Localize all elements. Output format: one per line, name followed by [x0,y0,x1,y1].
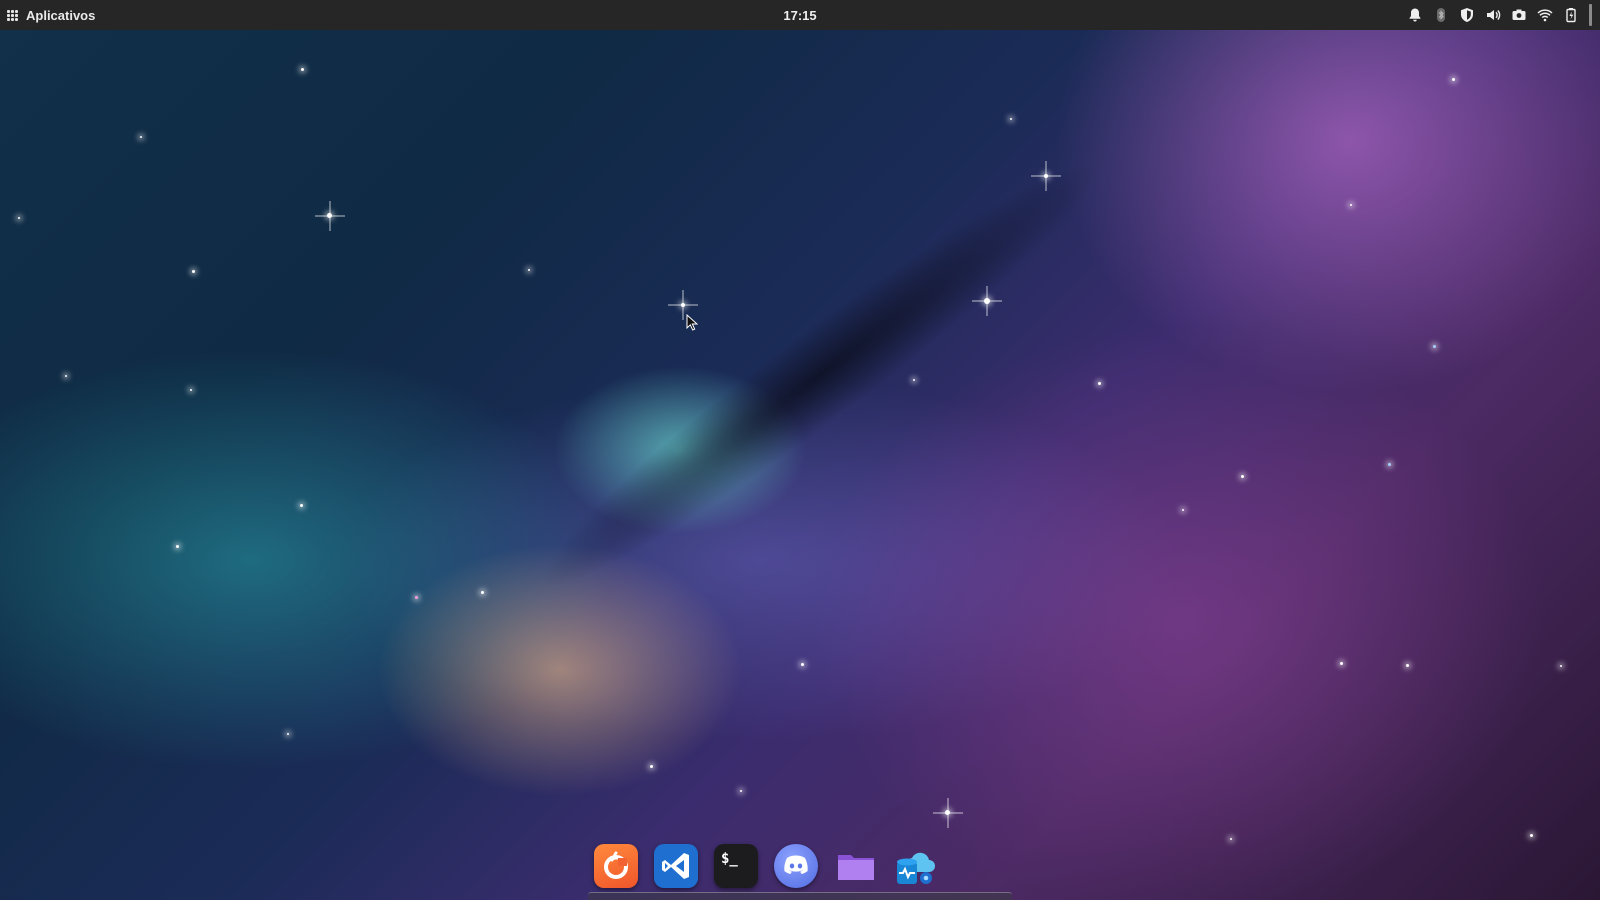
discord-launcher[interactable] [774,844,818,888]
terminal-launcher[interactable]: $_ [714,844,758,888]
star [1406,664,1409,667]
star [913,379,915,381]
vscode-launcher[interactable] [654,844,698,888]
star [1433,345,1436,348]
firefox-launcher[interactable] [594,844,638,888]
star [301,68,304,71]
applications-menu-button[interactable]: Aplicativos [0,0,95,30]
star [1388,463,1391,466]
vscode-icon [662,853,689,879]
mouse-pointer-icon [686,314,698,331]
system-tray [1406,0,1592,30]
star [1452,78,1455,81]
files-launcher[interactable] [834,844,878,888]
star [945,810,950,815]
star [1241,475,1244,478]
star [740,790,742,792]
star [18,217,20,219]
dock-shelf [588,892,1012,900]
shield-icon[interactable] [1458,7,1475,24]
dock: $_ [594,838,938,894]
star [1560,665,1562,667]
app-grid-icon [7,9,18,21]
bluetooth-icon[interactable] [1432,7,1449,24]
camera-icon[interactable] [1510,7,1527,24]
cloud-monitor-icon [897,852,935,884]
star [1340,662,1343,665]
star [650,765,653,768]
star [1098,382,1101,385]
folder-icon [838,855,874,880]
panel-edge-indicator [1588,4,1592,26]
star [1044,174,1048,178]
star [984,298,990,304]
star [300,504,303,507]
volume-icon[interactable] [1484,7,1501,24]
star [287,733,289,735]
firefox-icon [604,851,628,879]
applications-menu-label: Aplicativos [26,7,96,23]
star [528,269,530,271]
star [190,389,192,391]
star [1350,204,1352,206]
star [65,375,67,377]
star [327,213,332,218]
bell-icon[interactable] [1406,7,1423,24]
top-panel: Aplicativos 17:15 [0,0,1600,30]
terminal-icon: $_ [721,851,738,867]
clock[interactable]: 17:15 [783,8,816,23]
star [176,545,179,548]
system-monitor-launcher[interactable] [894,844,938,888]
star [681,303,685,307]
star [481,591,484,594]
star [1530,834,1533,837]
discord-icon [784,855,808,874]
battery-icon[interactable] [1562,7,1579,24]
star [415,596,418,599]
nebula-dust-lane [513,128,1127,622]
star [801,663,804,666]
star [140,136,142,138]
star [192,270,195,273]
star [1182,509,1184,511]
desktop-wallpaper: Aplicativos 17:15 $_ [0,0,1600,900]
wifi-icon[interactable] [1536,7,1553,24]
star [1010,118,1012,120]
star [1230,838,1232,840]
